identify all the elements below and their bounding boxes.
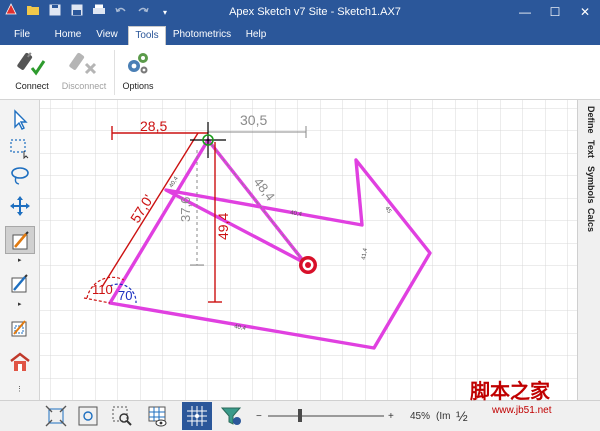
grid-view-button[interactable] — [146, 404, 170, 428]
tab-tools[interactable]: Tools — [128, 26, 166, 45]
zoom-slider-thumb[interactable] — [298, 409, 302, 422]
lasso-icon — [11, 167, 29, 185]
tab-home[interactable]: Home — [50, 25, 86, 45]
title-bar: ▾ Apex Sketch v7 Site - Sketch1.AX7 — ☐ … — [0, 0, 600, 25]
undo-icon[interactable] — [110, 0, 132, 25]
filter-icon — [220, 407, 242, 425]
sketch-canvas[interactable]: 28,5 30,5 37,6 49,4 57,0' 48,4 110 70 40… — [40, 100, 577, 400]
minimize-button[interactable]: — — [510, 0, 540, 25]
draw-area-tool-button[interactable] — [5, 270, 35, 298]
grid — [40, 100, 577, 400]
save-icon[interactable] — [44, 0, 66, 25]
zoom-window-icon — [112, 406, 132, 426]
resize-area-tool-button[interactable] — [5, 314, 35, 342]
disconnect-button[interactable]: Disconnect — [58, 49, 110, 96]
rectangle-select-tool-button[interactable] — [5, 134, 35, 162]
watermark-text: 脚本之家 — [470, 379, 550, 403]
open-icon[interactable] — [22, 0, 44, 25]
save-as-icon[interactable] — [66, 0, 88, 25]
zoom-out-button[interactable]: − — [256, 401, 262, 431]
ribbon-panel: Connect Disconnect Options — [0, 45, 600, 100]
zoom-in-button[interactable]: + — [388, 401, 394, 431]
zoom-fit-button[interactable] — [76, 404, 100, 428]
dimension-vertical-left[interactable]: 37,6 — [178, 197, 193, 222]
side-panel-tabs: Define Text Symbols Calcs — [577, 100, 600, 400]
draw-area-dropdown-icon[interactable]: ▸ — [18, 300, 22, 308]
tab-file[interactable]: File — [6, 25, 38, 45]
tab-help[interactable]: Help — [238, 25, 274, 45]
select-arrow-icon — [14, 109, 28, 130]
grid-view-icon — [148, 406, 167, 427]
resize-area-icon — [11, 320, 27, 337]
select-tool-button[interactable] — [5, 106, 35, 134]
angle-inner-label[interactable]: 70 — [118, 288, 132, 303]
zoom-fit-icon — [78, 406, 98, 426]
redo-icon[interactable] — [132, 0, 154, 25]
building-icon — [10, 352, 30, 371]
sketch-drawing[interactable]: 28,5 30,5 37,6 49,4 57,0' 48,4 110 70 40… — [40, 100, 577, 400]
disconnect-icon — [69, 49, 99, 79]
app-logo-icon[interactable] — [0, 0, 22, 25]
draw-area-icon — [11, 274, 28, 293]
draw-line-tool-button[interactable] — [5, 226, 35, 254]
side-tab-define[interactable]: Define — [582, 106, 596, 134]
tab-view[interactable]: View — [88, 25, 126, 45]
side-tab-symbols[interactable]: Symbols — [582, 166, 596, 204]
left-toolbar: ▸ ▸ ⋮ — [0, 100, 40, 400]
lasso-tool-button[interactable] — [5, 162, 35, 190]
connect-button[interactable]: Connect — [8, 49, 56, 96]
draw-line-icon — [12, 231, 29, 250]
gears-icon — [123, 49, 153, 79]
building-tool-button[interactable] — [5, 348, 35, 376]
disconnect-label: Disconnect — [61, 81, 107, 91]
filter-button[interactable] — [220, 404, 244, 428]
quick-access-toolbar: ▾ — [0, 0, 176, 25]
grid-snap-button[interactable] — [182, 402, 212, 430]
ribbon-separator — [114, 50, 115, 95]
zoom-window-button[interactable] — [110, 404, 134, 428]
target-point-icon[interactable] — [299, 256, 317, 274]
options-label: Options — [122, 81, 154, 91]
zoom-ratio: ½ — [456, 408, 468, 424]
dimension-vertical-right[interactable]: 49,4 — [215, 213, 231, 240]
window-title: Apex Sketch v7 Site - Sketch1.AX7 — [229, 6, 401, 18]
zoom-slider-track[interactable] — [268, 415, 384, 417]
maximize-button[interactable]: ☐ — [540, 0, 570, 25]
watermark-url: www.jb51.net — [492, 405, 552, 416]
zoom-extents-button[interactable] — [44, 404, 68, 428]
move-icon — [10, 196, 30, 216]
zoom-mode-label: (Im — [436, 411, 451, 422]
move-tool-button[interactable] — [5, 192, 35, 220]
draw-line-dropdown-icon[interactable]: ▸ — [18, 256, 22, 264]
print-icon[interactable] — [88, 0, 110, 25]
options-button[interactable]: Options — [118, 49, 158, 96]
rectangle-select-icon — [10, 139, 29, 159]
connect-icon — [17, 49, 47, 79]
more-tools-icon[interactable]: ⋮ — [16, 385, 23, 393]
side-tab-calcs[interactable]: Calcs — [582, 208, 596, 232]
zoom-extents-icon — [45, 405, 67, 427]
dimension-top-right[interactable]: 30,5 — [240, 112, 267, 128]
tab-photometrics[interactable]: Photometrics — [170, 25, 234, 45]
connect-label: Connect — [15, 81, 49, 91]
side-tab-text[interactable]: Text — [582, 140, 596, 158]
dimension-top-left[interactable]: 28,5 — [140, 118, 167, 134]
grid-snap-icon — [187, 406, 207, 426]
close-button[interactable]: ✕ — [570, 0, 600, 25]
angle-outer-label[interactable]: 110 — [92, 282, 113, 297]
zoom-percentage: 45% — [410, 411, 431, 422]
ribbon-tabs: File Home View Tools Photometrics Help — [0, 25, 600, 45]
customize-icon[interactable]: ▾ — [154, 0, 176, 25]
